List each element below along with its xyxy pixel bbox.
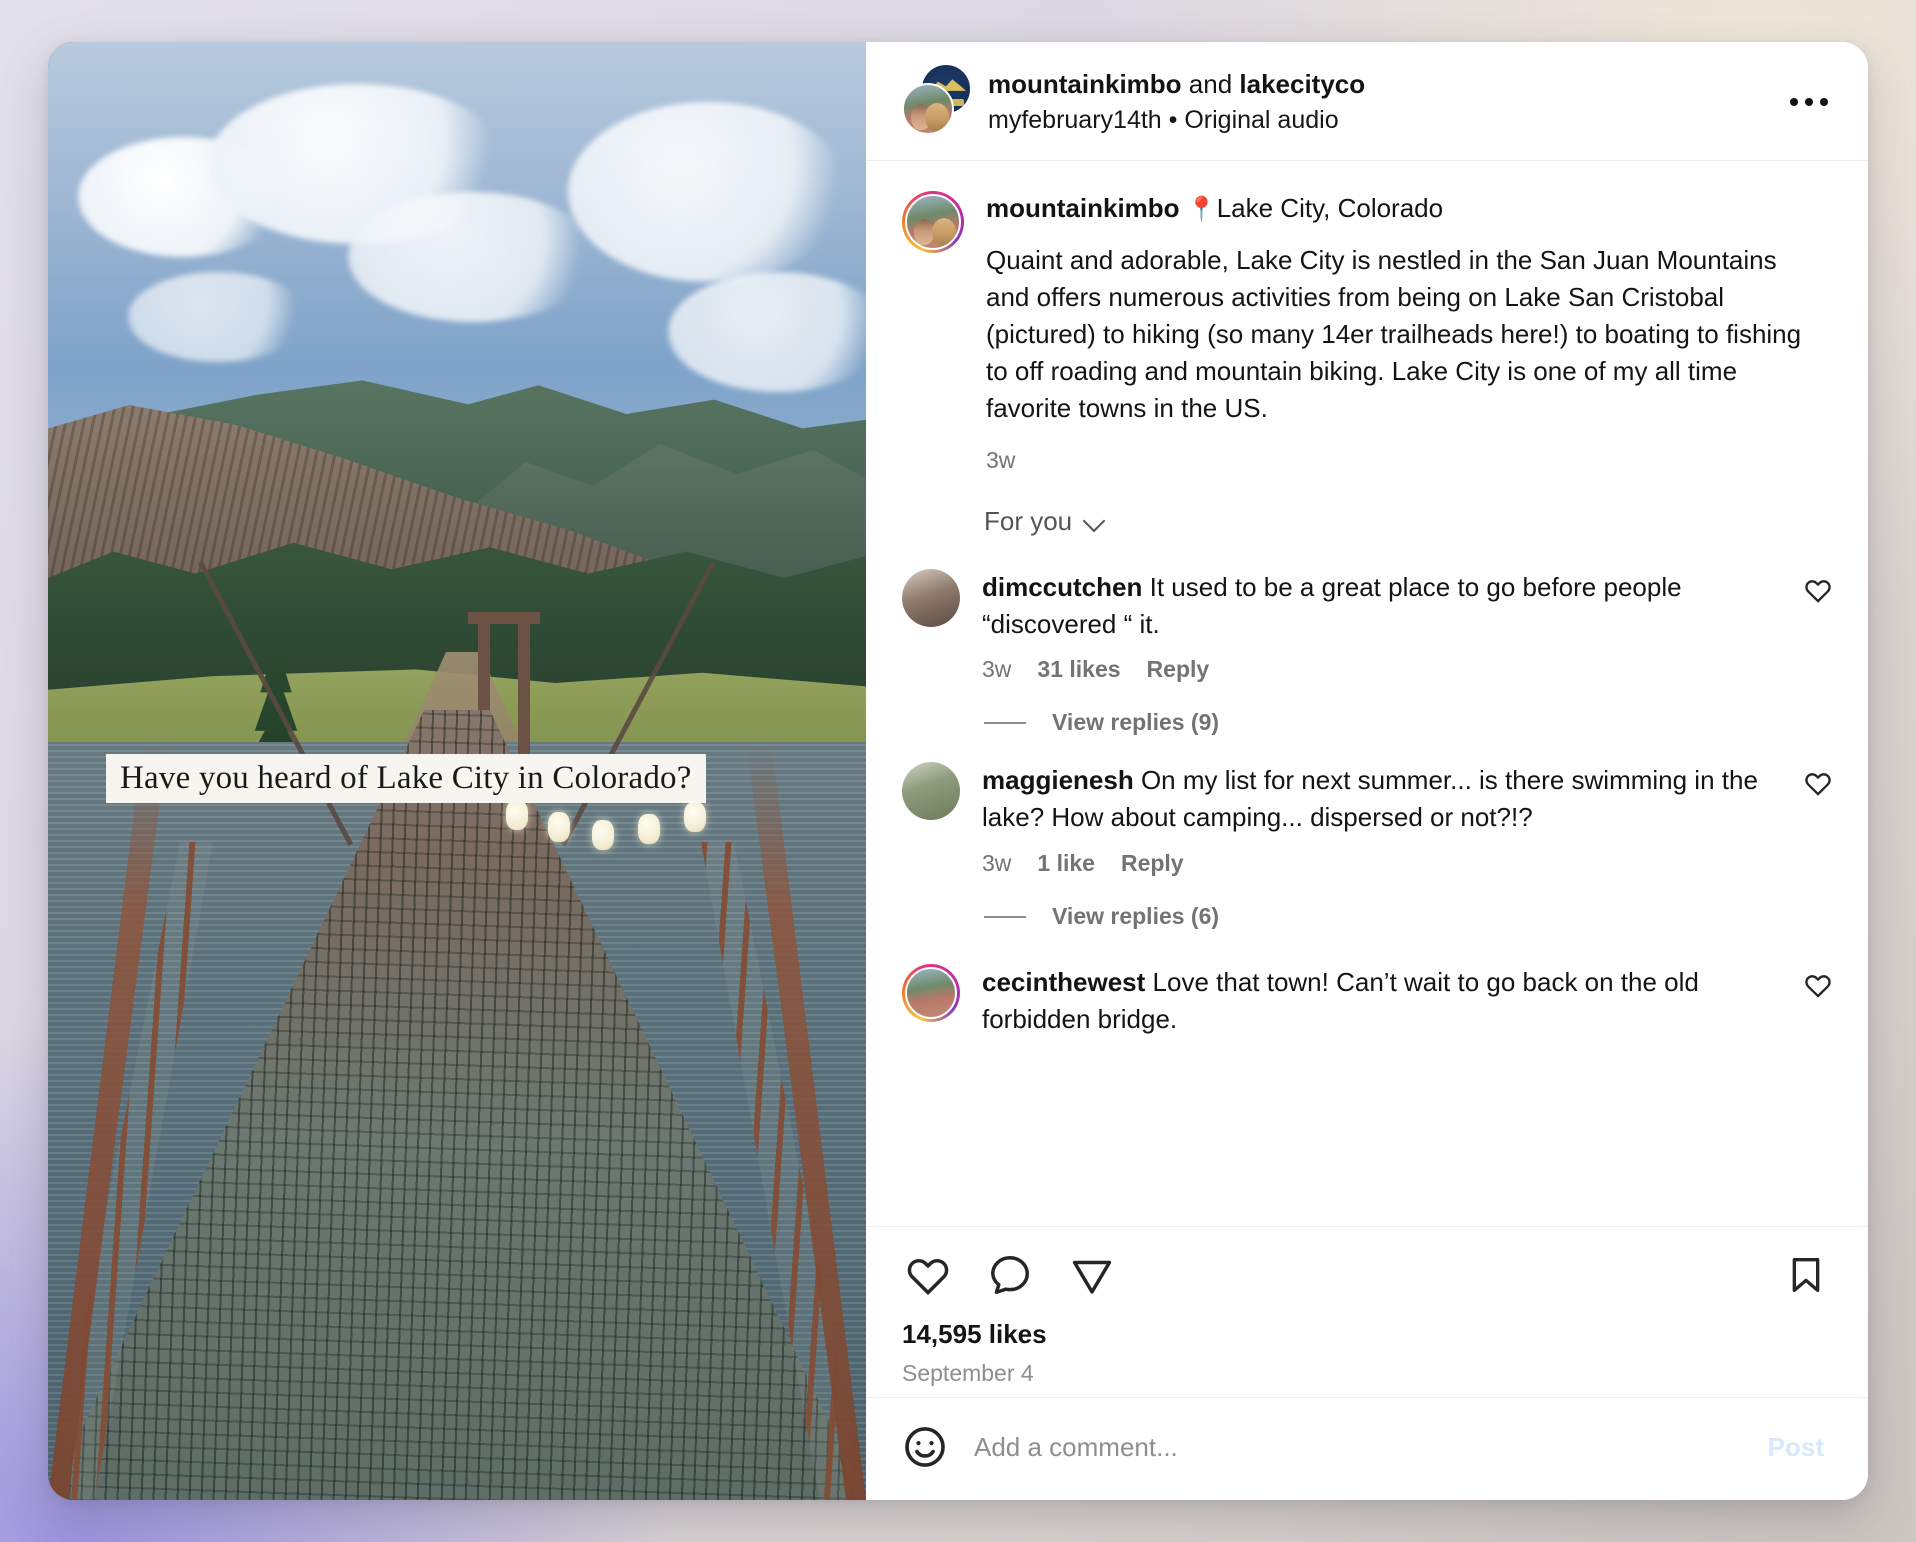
add-comment-input[interactable] — [974, 1431, 1734, 1463]
view-replies-label: View replies (9) — [1052, 709, 1220, 736]
heart-icon[interactable] — [1804, 577, 1832, 603]
comment-body: maggienesh On my list for next summer...… — [982, 762, 1782, 836]
caption-block: mountainkimbo 📍Lake City, Colorado Quain… — [866, 161, 1868, 478]
view-replies-label: View replies (6) — [1052, 903, 1220, 930]
comment-timestamp: 3w — [982, 850, 1012, 877]
comment-body: dimccutchen It used to be a great place … — [982, 569, 1782, 643]
commenter-username-link[interactable]: dimccutchen — [982, 572, 1142, 602]
collab-account-line: mountainkimbo and lakecityco — [988, 68, 1365, 101]
replies-divider-line — [984, 915, 1026, 918]
comments-filter-dropdown[interactable]: For you — [866, 478, 1868, 547]
bridge-tower-right — [518, 612, 530, 772]
comment-meta-row: 3w 1 like Reply — [982, 850, 1782, 877]
commenter-avatar[interactable] — [902, 568, 960, 627]
avatar-person — [914, 218, 934, 245]
collab-avatar-group[interactable] — [902, 62, 972, 135]
like-icon[interactable] — [902, 1249, 954, 1301]
commenter-avatar[interactable] — [902, 762, 960, 821]
caption-location-link[interactable]: Lake City, Colorado — [1217, 193, 1443, 223]
comment-item: dimccutchen It used to be a great place … — [866, 547, 1868, 684]
cloud — [128, 272, 308, 362]
view-replies-button[interactable]: View replies (6) — [866, 877, 1868, 934]
comment-body: cecinthewest Love that town! Can’t wait … — [982, 964, 1782, 1038]
instagram-post-modal: Have you heard of Lake City in Colorado?… — [48, 42, 1868, 1500]
location-pin-icon: 📍 — [1186, 195, 1217, 223]
heart-icon[interactable] — [1804, 972, 1832, 999]
caption-timestamp: 3w — [986, 446, 1016, 473]
mountainkimbo-avatar[interactable] — [902, 82, 954, 135]
post-media[interactable]: Have you heard of Lake City in Colorado? — [48, 42, 866, 1500]
comment-timestamp: 3w — [982, 656, 1012, 683]
emoji-smiley-icon[interactable] — [902, 1424, 948, 1470]
likes-count[interactable]: 14,595 likes — [902, 1319, 1832, 1350]
save-icon[interactable] — [1780, 1249, 1832, 1301]
avatar-dog — [932, 217, 956, 246]
action-bar — [902, 1249, 1832, 1301]
comment-item: maggienesh On my list for next summer...… — [866, 740, 1868, 877]
comment-reply-button[interactable]: Reply — [1147, 656, 1210, 683]
comment-icon[interactable] — [984, 1249, 1036, 1301]
comment-item: cecinthewest Love that town! Can’t wait … — [866, 934, 1868, 1038]
heart-icon[interactable] — [1804, 770, 1832, 797]
caption-author-avatar[interactable] — [902, 190, 964, 253]
commenter-avatar[interactable] — [902, 964, 960, 1023]
post-actions-section: 14,595 likes September 4 — [866, 1226, 1868, 1397]
share-icon[interactable] — [1066, 1249, 1118, 1301]
post-comment-button[interactable]: Post — [1760, 1428, 1832, 1467]
commenter-username-link[interactable]: cecinthewest — [982, 967, 1145, 997]
post-header: mountainkimbo and lakecityco myfebruary1… — [866, 42, 1868, 161]
header-text-block: mountainkimbo and lakecityco myfebruary1… — [988, 68, 1365, 136]
account-conjunction: and — [1181, 69, 1240, 99]
audio-attribution[interactable]: myfebruary14th • Original audio — [988, 105, 1365, 136]
add-comment-bar: Post — [866, 1397, 1868, 1500]
bridge-tower-crossbeam — [468, 612, 540, 624]
cloud — [568, 102, 848, 282]
chevron-down-icon — [1084, 511, 1104, 531]
account-secondary-link[interactable]: lakecityco — [1239, 69, 1365, 99]
caption-text: Quaint and adorable, Lake City is nestle… — [986, 245, 1802, 423]
post-date: September 4 — [902, 1360, 1034, 1386]
view-replies-button[interactable]: View replies (9) — [866, 683, 1868, 740]
avatar-dog — [925, 102, 949, 131]
account-primary-link[interactable]: mountainkimbo — [988, 69, 1182, 99]
caption-header-line: mountainkimbo 📍Lake City, Colorado — [986, 191, 1826, 226]
comment-likes-count[interactable]: 31 likes — [1037, 656, 1120, 683]
comment-meta-row: 3w 31 likes Reply — [982, 656, 1782, 683]
caption-username-link[interactable]: mountainkimbo — [986, 193, 1180, 223]
post-detail-panel: mountainkimbo and lakecityco myfebruary1… — [866, 42, 1868, 1500]
comment-likes-count[interactable]: 1 like — [1037, 850, 1095, 877]
more-options-icon[interactable] — [1782, 82, 1836, 122]
cloud — [348, 192, 598, 322]
video-overlay-caption: Have you heard of Lake City in Colorado? — [106, 754, 706, 803]
replies-divider-line — [984, 721, 1026, 724]
comment-reply-button[interactable]: Reply — [1121, 850, 1184, 877]
comments-filter-label: For you — [984, 505, 1073, 536]
post-body-scroll[interactable]: mountainkimbo 📍Lake City, Colorado Quain… — [866, 161, 1868, 1226]
commenter-username-link[interactable]: maggienesh — [982, 765, 1134, 795]
